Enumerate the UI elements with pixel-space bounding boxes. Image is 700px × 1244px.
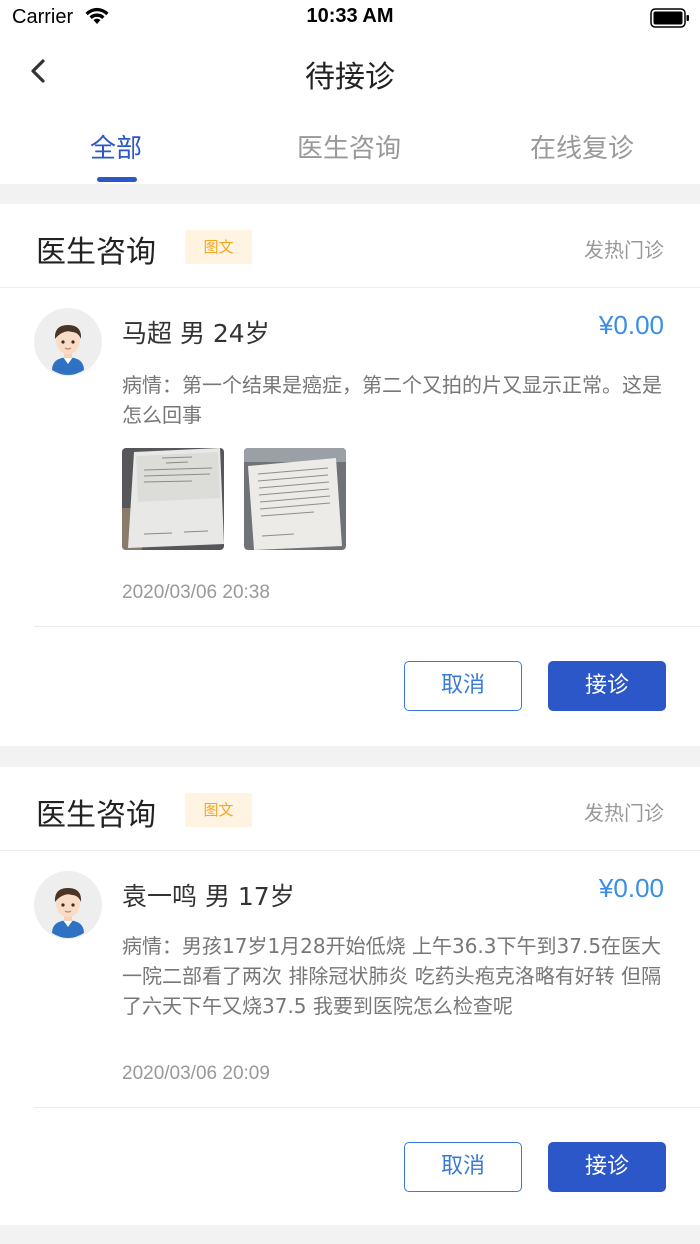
consult-mode-tag: 图文 xyxy=(185,793,252,827)
tab-doctor-consult[interactable]: 医生咨询 xyxy=(233,128,465,165)
cancel-button[interactable]: 取消 xyxy=(404,661,522,711)
consult-price: ¥0.00 xyxy=(598,873,664,903)
tab-all[interactable]: 全部 xyxy=(0,128,232,165)
consult-type: 医生咨询 xyxy=(36,235,156,270)
patient-avatar-icon xyxy=(34,871,102,939)
divider xyxy=(34,1107,700,1108)
condition-text: 病情：第一个结果是癌症，第二个又拍的片又显示正常。这是怎么回事 xyxy=(122,373,662,427)
consult-card: 医生咨询 图文 发热门诊 袁一鸣 男 17岁 ¥0.00 病情：男孩17岁1月2… xyxy=(0,767,700,1225)
page-title: 待接诊 xyxy=(305,60,395,95)
status-bar: Carrier 10:33 AM xyxy=(0,0,700,36)
consult-type: 医生咨询 xyxy=(36,798,156,833)
consult-datetime: 2020/03/06 20:38 xyxy=(122,582,270,603)
consult-card: 医生咨询 图文 发热门诊 马超 男 24岁 ¥0.00 病情：第一个结果是癌症，… xyxy=(0,204,700,746)
divider xyxy=(34,626,700,627)
attachment-thumbnail[interactable] xyxy=(122,448,224,550)
condition-text: 病情：男孩17岁1月28开始低烧 上午36.3下午到37.5在医大一院二部看了两… xyxy=(122,934,662,1018)
nav-bar: 待接诊 xyxy=(0,36,700,108)
battery-icon xyxy=(650,8,689,28)
patient-info: 马超 男 24岁 xyxy=(122,319,270,348)
cancel-button[interactable]: 取消 xyxy=(404,1142,522,1192)
tab-bar: 全部 医生咨询 在线复诊 xyxy=(0,108,700,184)
accept-button[interactable]: 接诊 xyxy=(548,1142,666,1192)
consult-datetime: 2020/03/06 20:09 xyxy=(122,1063,270,1084)
patient-avatar-icon xyxy=(34,308,102,376)
tab-online-followup[interactable]: 在线复诊 xyxy=(466,128,698,165)
attachment-thumbnail[interactable] xyxy=(244,448,346,550)
patient-info: 袁一鸣 男 17岁 xyxy=(122,882,295,911)
accept-button[interactable]: 接诊 xyxy=(548,661,666,711)
card-header: 医生咨询 图文 发热门诊 xyxy=(0,767,700,851)
status-time: 10:33 AM xyxy=(306,5,394,27)
active-tab-indicator xyxy=(97,177,137,182)
consult-mode-tag: 图文 xyxy=(185,230,252,264)
department-label: 发热门诊 xyxy=(584,801,664,825)
attachment-images xyxy=(122,448,346,550)
card-header: 医生咨询 图文 发热门诊 xyxy=(0,204,700,288)
department-label: 发热门诊 xyxy=(584,238,664,262)
consult-price: ¥0.00 xyxy=(598,310,664,340)
